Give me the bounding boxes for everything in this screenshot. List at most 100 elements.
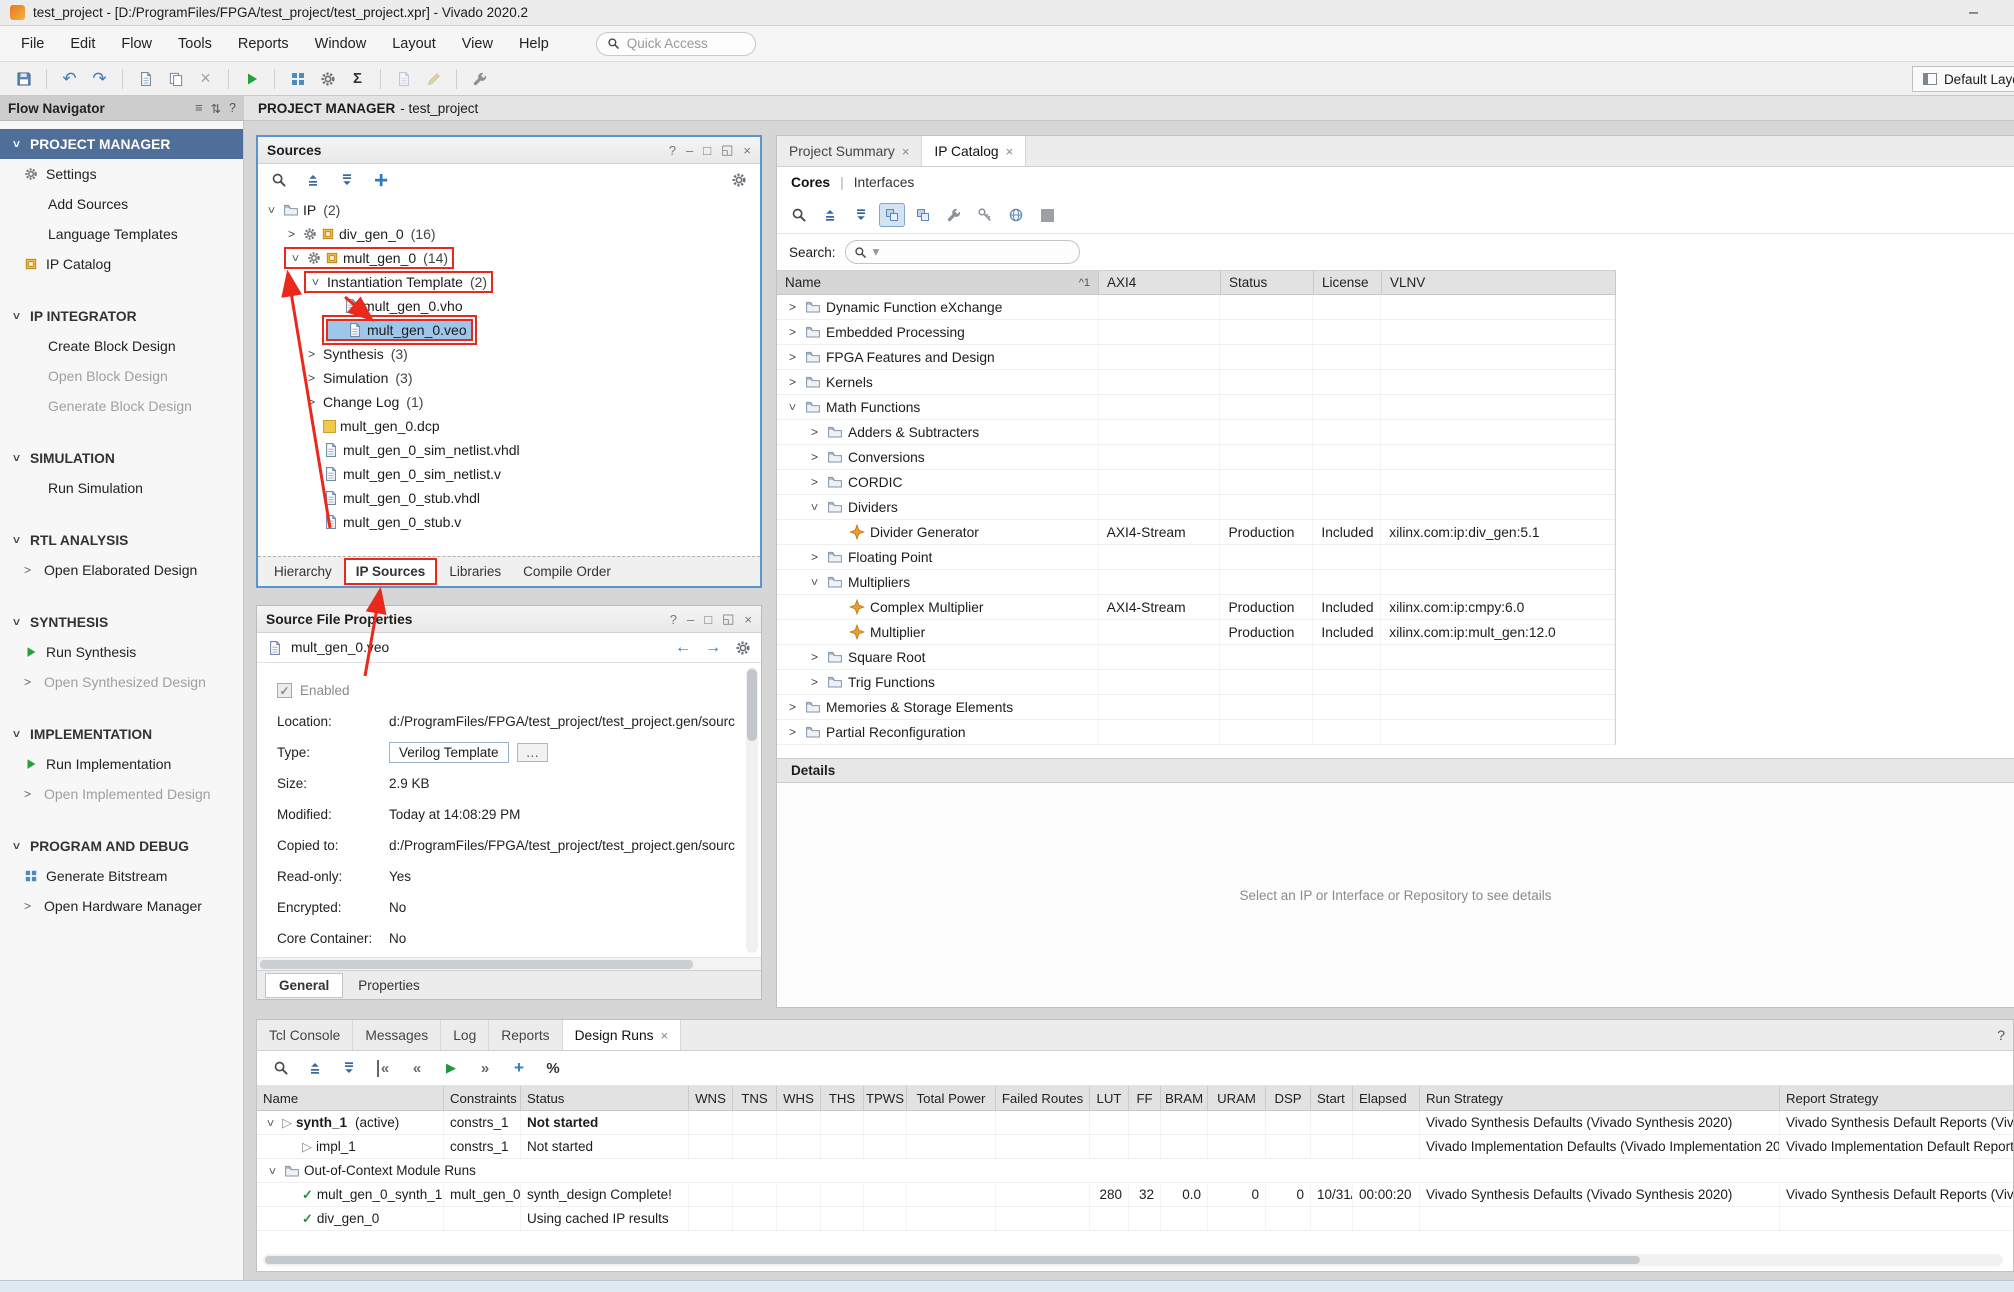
- expander-icon[interactable]: >: [785, 350, 800, 364]
- tab-messages[interactable]: Messages: [353, 1020, 441, 1050]
- expander-icon[interactable]: >: [304, 347, 319, 361]
- flownav-item-run-synthesis[interactable]: Run Synthesis: [0, 637, 243, 667]
- column-header-status[interactable]: Status: [521, 1086, 689, 1110]
- undo-button[interactable]: ↶: [56, 66, 83, 92]
- flownav-section-ip-integrator[interactable]: >IP INTEGRATOR: [0, 301, 243, 331]
- flownav-item-open-synthesized-design[interactable]: >Open Synthesized Design: [0, 667, 243, 697]
- debug-button[interactable]: [466, 66, 493, 92]
- edit-button[interactable]: [420, 66, 447, 92]
- column-header-whs[interactable]: WHS: [777, 1086, 821, 1110]
- expander-icon[interactable]: >: [785, 700, 800, 714]
- more-button[interactable]: …: [517, 743, 549, 762]
- help-icon[interactable]: ?: [1989, 1020, 2013, 1050]
- expander-icon[interactable]: >: [785, 325, 800, 339]
- flownav-section-program-and-debug[interactable]: >PROGRAM AND DEBUG: [0, 831, 243, 861]
- expander-icon[interactable]: >: [284, 227, 299, 241]
- menu-icon[interactable]: ≡: [195, 101, 202, 116]
- properties-tab-properties[interactable]: Properties: [345, 974, 433, 997]
- delete-button[interactable]: ×: [192, 66, 219, 92]
- collapse-all-button[interactable]: [300, 168, 326, 192]
- close-icon[interactable]: ×: [661, 1028, 669, 1043]
- column-header-axi4[interactable]: AXI4: [1099, 271, 1221, 294]
- catalog-row-divider-generator[interactable]: Divider GeneratorAXI4-StreamProductionIn…: [777, 520, 1615, 545]
- catalog-row-conversions[interactable]: >Conversions: [777, 445, 1615, 470]
- menu-help[interactable]: Help: [506, 31, 562, 57]
- properties-help-icon[interactable]: ?: [670, 611, 677, 627]
- menu-edit[interactable]: Edit: [57, 31, 108, 57]
- close-icon[interactable]: ×: [902, 144, 910, 159]
- column-header-vlnv[interactable]: VLNV: [1382, 271, 1616, 294]
- tab-design-runs[interactable]: Design Runs×: [563, 1020, 682, 1050]
- minimize-button[interactable]: –: [1969, 4, 2004, 22]
- column-header-uram[interactable]: URAM: [1208, 1086, 1266, 1110]
- column-header-report-strategy[interactable]: Report Strategy: [1780, 1086, 2014, 1110]
- column-header-name[interactable]: Name^1: [777, 271, 1099, 294]
- column-header-name[interactable]: Name: [257, 1086, 444, 1110]
- flownav-item-open-elaborated-design[interactable]: >Open Elaborated Design: [0, 555, 243, 585]
- flownav-item-generate-bitstream[interactable]: Generate Bitstream: [0, 861, 243, 891]
- column-header-constraints[interactable]: Constraints: [444, 1086, 521, 1110]
- hierarchy-view-button[interactable]: [910, 203, 936, 227]
- expand-all-button[interactable]: [336, 1056, 362, 1080]
- catalog-row-dynamic-function-exchange[interactable]: >Dynamic Function eXchange: [777, 295, 1615, 320]
- type-combo[interactable]: Verilog Template: [389, 742, 509, 763]
- run-row-synth-1[interactable]: >▷synth_1(active)constrs_1Not startedViv…: [257, 1111, 2013, 1135]
- flownav-section-synthesis[interactable]: >SYNTHESIS: [0, 607, 243, 637]
- expander-icon[interactable]: >: [304, 395, 319, 409]
- column-header-ff[interactable]: FF: [1129, 1086, 1161, 1110]
- tree-item-mult-gen-0-stub-v[interactable]: mult_gen_0_stub.v: [258, 510, 760, 534]
- flownav-item-settings[interactable]: Settings: [0, 159, 243, 189]
- tab-project-summary[interactable]: Project Summary×: [777, 136, 922, 166]
- catalog-row-square-root[interactable]: >Square Root: [777, 645, 1615, 670]
- relative-stats-button[interactable]: %: [540, 1056, 566, 1080]
- expander-icon[interactable]: >: [807, 650, 822, 664]
- column-header-start[interactable]: Start: [1311, 1086, 1353, 1110]
- catalog-row-multipliers[interactable]: >Multipliers: [777, 570, 1615, 595]
- flownav-item-run-implementation[interactable]: Run Implementation: [0, 749, 243, 779]
- horizontal-scrollbar[interactable]: [263, 1254, 2003, 1266]
- scrollbar-thumb[interactable]: [265, 1256, 1640, 1264]
- catalog-row-partial-reconfiguration[interactable]: >Partial Reconfiguration: [777, 720, 1615, 745]
- run-button[interactable]: [238, 66, 265, 92]
- copy-button[interactable]: [162, 66, 189, 92]
- flownav-item-create-block-design[interactable]: Create Block Design: [0, 331, 243, 361]
- expander-icon[interactable]: >: [266, 1163, 280, 1178]
- sources-help-icon[interactable]: ?: [669, 142, 676, 158]
- details-toggle-button[interactable]: [1034, 203, 1060, 227]
- tab-reports[interactable]: Reports: [489, 1020, 562, 1050]
- tree-item-instantiation-template[interactable]: >Instantiation Template(2): [258, 270, 760, 294]
- run-row-mult-gen-0-synth-1[interactable]: ✓mult_gen_0_synth_1mult_gen_0synth_desig…: [257, 1183, 2013, 1207]
- sources-tab-hierarchy[interactable]: Hierarchy: [264, 560, 342, 583]
- quick-access-search[interactable]: Quick Access: [596, 32, 756, 56]
- add-sources-button[interactable]: [368, 168, 394, 192]
- column-header-ths[interactable]: THS: [821, 1086, 864, 1110]
- tree-item-mult-gen-0-dcp[interactable]: mult_gen_0.dcp: [258, 414, 760, 438]
- tree-item-mult-gen-0[interactable]: >mult_gen_0(14): [258, 246, 760, 270]
- web-button[interactable]: [1003, 203, 1029, 227]
- report2-button[interactable]: [390, 66, 417, 92]
- sources-tab-libraries[interactable]: Libraries: [439, 560, 511, 583]
- sum-button[interactable]: Σ: [344, 66, 371, 92]
- tree-item-ip[interactable]: >IP(2): [258, 198, 760, 222]
- flownav-section-project-manager[interactable]: >PROJECT MANAGER: [0, 129, 243, 159]
- tab-tcl-console[interactable]: Tcl Console: [257, 1020, 353, 1050]
- properties-tab-general[interactable]: General: [265, 973, 343, 998]
- tab-log[interactable]: Log: [441, 1020, 489, 1050]
- expander-icon[interactable]: >: [785, 300, 800, 314]
- flownav-section-implementation[interactable]: >IMPLEMENTATION: [0, 719, 243, 749]
- run-row-impl-1[interactable]: ▷impl_1constrs_1Not startedVivado Implem…: [257, 1135, 2013, 1159]
- ip-settings-button[interactable]: [941, 203, 967, 227]
- layout-select-button[interactable]: Default Layout: [1912, 66, 2014, 92]
- sources-settings-button[interactable]: [726, 168, 752, 192]
- catalog-search-input[interactable]: ▾: [845, 240, 1080, 264]
- back-icon[interactable]: ←: [675, 639, 691, 657]
- flownav-item-run-simulation[interactable]: Run Simulation: [0, 473, 243, 503]
- sources-tab-compile-order[interactable]: Compile Order: [513, 560, 621, 583]
- column-header-wns[interactable]: WNS: [689, 1086, 733, 1110]
- expander-icon[interactable]: >: [786, 400, 800, 415]
- column-header-elapsed[interactable]: Elapsed: [1353, 1086, 1420, 1110]
- expander-icon[interactable]: >: [808, 500, 822, 515]
- vertical-scrollbar[interactable]: [746, 667, 758, 953]
- go-back-button[interactable]: «: [404, 1056, 430, 1080]
- catalog-row-dividers[interactable]: >Dividers: [777, 495, 1615, 520]
